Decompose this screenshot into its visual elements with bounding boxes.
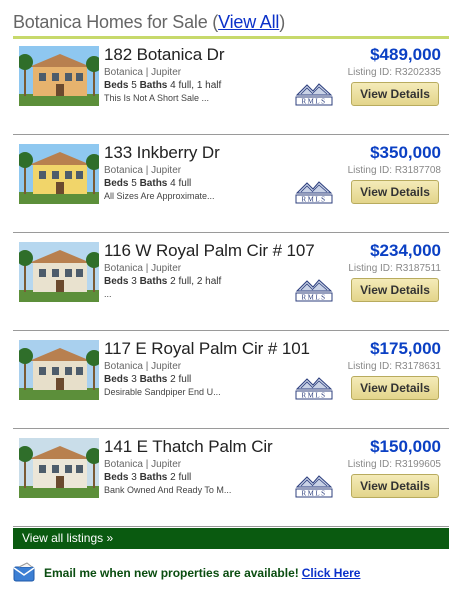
listing-photo[interactable] (19, 438, 99, 498)
view-details-button[interactable]: View Details (351, 474, 439, 498)
listing-id: Listing ID: R3199605 (347, 459, 441, 470)
email-alert-row: Email me when new properties are availab… (13, 562, 449, 586)
listing-price: $489,000 (370, 45, 441, 64)
section-header: Botanica Homes for Sale (View All) (13, 10, 449, 39)
svg-text:RMLS: RMLS (301, 392, 326, 400)
view-details-button[interactable]: View Details (351, 180, 439, 204)
view-all-listings-link[interactable]: View all listings » (13, 528, 113, 549)
svg-text:RMLS: RMLS (301, 98, 326, 106)
listing-address[interactable]: 182 Botanica Dr (104, 45, 344, 64)
envelope-icon (13, 562, 35, 582)
rmls-logo: RMLS (295, 475, 333, 498)
section-title-text: Botanica Homes for Sale (13, 12, 208, 32)
listing-id: Listing ID: R3178631 (347, 361, 441, 372)
view-all-link[interactable]: View All (218, 12, 279, 32)
listing-location: Botanica | Jupiter (104, 263, 182, 274)
svg-text:RMLS: RMLS (301, 490, 326, 498)
email-click-here-link[interactable]: Click Here (302, 566, 361, 580)
listing-price: $234,000 (370, 241, 441, 260)
rmls-logo: RMLS (295, 279, 333, 302)
listing-photo[interactable] (19, 242, 99, 302)
listing-address[interactable]: 117 E Royal Palm Cir # 101 (104, 339, 344, 358)
listing-id: Listing ID: R3202335 (347, 67, 441, 78)
listing-id: Listing ID: R3187511 (348, 263, 441, 274)
svg-text:RMLS: RMLS (301, 294, 326, 302)
listing-row: 182 Botanica Dr Botanica | Jupiter Beds … (13, 37, 449, 135)
section-title: Botanica Homes for Sale (View All) (13, 12, 286, 32)
rmls-logo: RMLS (295, 377, 333, 400)
listing-location: Botanica | Jupiter (104, 165, 182, 176)
listing-price: $150,000 (370, 437, 441, 456)
listing-row: 116 W Royal Palm Cir # 107 Botanica | Ju… (13, 233, 449, 331)
listing-address[interactable]: 116 W Royal Palm Cir # 107 (104, 241, 344, 260)
listing-price: $350,000 (370, 143, 441, 162)
listing-id: Listing ID: R3187708 (347, 165, 441, 176)
listing-row: 141 E Thatch Palm Cir Botanica | Jupiter… (13, 429, 449, 527)
email-alert-text: Email me when new properties are availab… (44, 566, 361, 580)
rmls-logo: RMLS (295, 83, 333, 106)
view-details-button[interactable]: View Details (351, 82, 439, 106)
view-details-button[interactable]: View Details (351, 376, 439, 400)
listing-location: Botanica | Jupiter (104, 459, 182, 470)
view-details-button[interactable]: View Details (351, 278, 439, 302)
listing-location: Botanica | Jupiter (104, 67, 182, 78)
listing-row: 117 E Royal Palm Cir # 101 Botanica | Ju… (13, 331, 449, 429)
svg-text:RMLS: RMLS (301, 196, 326, 204)
listing-price: $175,000 (370, 339, 441, 358)
listing-address[interactable]: 133 Inkberry Dr (104, 143, 344, 162)
listing-photo[interactable] (19, 46, 99, 106)
listing-location: Botanica | Jupiter (104, 361, 182, 372)
view-all-bar: View all listings » (13, 528, 449, 549)
listing-photo[interactable] (19, 144, 99, 204)
rmls-logo: RMLS (295, 181, 333, 204)
listing-photo[interactable] (19, 340, 99, 400)
listing-address[interactable]: 141 E Thatch Palm Cir (104, 437, 344, 456)
listing-row: 133 Inkberry Dr Botanica | Jupiter Beds … (13, 135, 449, 233)
